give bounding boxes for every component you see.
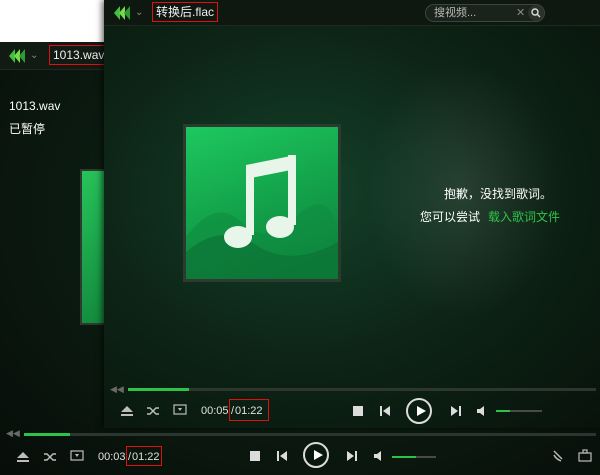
load-lyrics-link[interactable]: 载入歌词文件 <box>488 208 560 225</box>
music-note-icon <box>186 155 338 279</box>
back-play-button[interactable] <box>303 442 329 468</box>
back-volume-fill <box>392 456 417 458</box>
back-volume-slider[interactable] <box>392 456 436 458</box>
search-icon <box>531 8 541 18</box>
shuffle-icon[interactable] <box>43 451 57 463</box>
back-progress-fill <box>24 433 70 436</box>
stop-icon[interactable] <box>249 450 261 462</box>
search-box: ✕ <box>425 4 545 22</box>
previous-icon[interactable] <box>276 450 288 462</box>
back-file-name: 1013.wav <box>9 99 61 113</box>
volume-icon[interactable] <box>373 450 386 462</box>
front-window-title: 转换后.flac <box>152 2 219 22</box>
next-icon[interactable] <box>346 450 358 462</box>
play-icon <box>417 406 426 416</box>
logo-icon[interactable] <box>112 4 134 22</box>
settings-icon[interactable] <box>551 449 565 463</box>
screen-icon[interactable] <box>70 450 84 463</box>
speaker-small-icon: ◀◀ <box>6 428 20 438</box>
front-progress-fill <box>128 388 189 391</box>
close-icon[interactable]: ✕ <box>516 6 525 19</box>
search-input[interactable] <box>434 6 514 20</box>
back-titlebar: ⌄ 1013.wav <box>0 42 109 70</box>
back-playback-status: 已暂停 <box>9 122 46 136</box>
front-progress-row: ◀◀ <box>104 382 600 396</box>
next-icon[interactable] <box>450 405 462 417</box>
front-current-time: 00:05 <box>201 405 229 417</box>
search-button[interactable] <box>528 5 544 21</box>
shuffle-icon[interactable] <box>146 405 160 417</box>
back-current-time: 00:03 <box>98 451 126 463</box>
back-album-art <box>80 169 106 325</box>
previous-icon[interactable] <box>379 405 391 417</box>
eject-icon[interactable] <box>16 451 30 463</box>
eject-icon[interactable] <box>120 405 134 417</box>
front-play-button[interactable] <box>406 398 432 424</box>
lyrics-try-text: 您可以尝试 <box>420 210 481 224</box>
volume-icon[interactable] <box>476 405 489 417</box>
lyrics-not-found-message: 抱歉，没找到歌词。 <box>443 187 552 201</box>
front-volume-fill <box>496 410 510 412</box>
front-titlebar: ⌄ 转换后.flac ✕ <box>104 0 600 26</box>
front-progress-bar[interactable] <box>128 388 596 391</box>
back-control-bar: 00:03 / 01:22 <box>0 440 600 475</box>
stop-icon[interactable] <box>352 405 364 417</box>
front-control-bar: 00:05 / 01:22 <box>104 396 600 428</box>
back-window-title: 1013.wav <box>49 45 109 65</box>
front-time-highlight <box>229 399 269 421</box>
front-player-window: ⌄ 转换后.flac ✕ 抱 <box>104 0 600 428</box>
background-desktop <box>0 0 104 42</box>
screen-icon[interactable] <box>173 404 187 417</box>
toolbox-icon[interactable] <box>578 449 592 462</box>
play-icon <box>314 450 323 460</box>
chevron-down-icon[interactable]: ⌄ <box>30 50 38 61</box>
album-art <box>183 124 341 282</box>
chevron-down-icon[interactable]: ⌄ <box>135 7 143 18</box>
speaker-small-icon: ◀◀ <box>110 384 124 394</box>
back-progress-bar[interactable] <box>24 433 596 436</box>
logo-icon[interactable] <box>7 47 29 65</box>
album-art-inner <box>186 127 338 279</box>
back-progress-row: ◀◀ <box>0 428 600 440</box>
back-time-highlight <box>126 446 162 466</box>
front-volume-slider[interactable] <box>496 410 542 412</box>
